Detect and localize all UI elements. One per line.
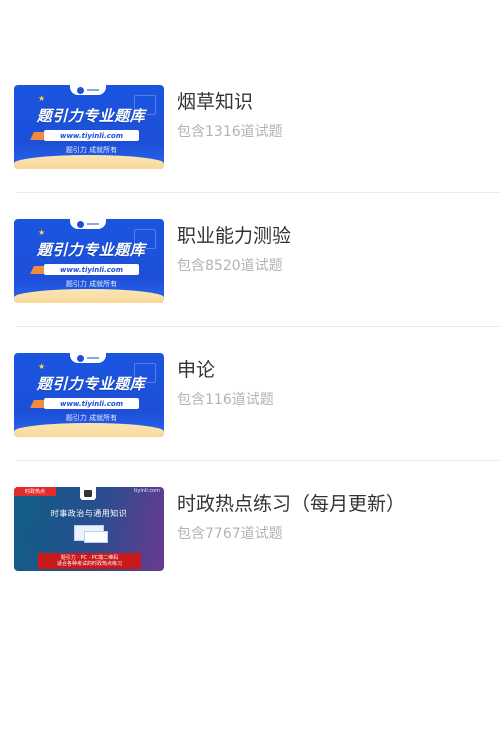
course-thumbnail[interactable]: ★ 题引力专业题库 www.tiyinli.com 题引力 成就所有 xyxy=(14,85,164,169)
course-thumbnail[interactable]: ★ 题引力专业题库 www.tiyinli.com 题引力 成就所有 xyxy=(14,219,164,303)
banner-footer-wave xyxy=(14,289,164,303)
banner-footer-wave xyxy=(14,423,164,437)
divider xyxy=(16,326,500,327)
banner-headline: 题引力专业题库 xyxy=(36,241,146,259)
item-title[interactable]: 烟草知识 xyxy=(177,87,253,114)
banner-site: tiyinli.com xyxy=(134,488,160,494)
list-item[interactable]: 时政热点 tiyinli.com 时事政治与通用知识 题引力 · PC · PC… xyxy=(0,468,500,602)
divider xyxy=(16,460,500,461)
banner-url: www.tiyinli.com xyxy=(44,398,139,409)
banner-headline: 题引力专业题库 xyxy=(36,375,146,393)
banner-heading: 时事政治与通用知识 xyxy=(50,509,128,518)
item-title[interactable]: 时政热点练习（每月更新） xyxy=(177,489,405,516)
divider xyxy=(16,192,500,193)
item-title[interactable]: 职业能力测验 xyxy=(177,221,291,248)
banner-slogan: 题引力 成就所有 xyxy=(65,414,118,422)
item-question-count: 包含7767道试题 xyxy=(177,526,283,542)
star-icon: ★ xyxy=(38,94,46,103)
screen-illustration xyxy=(84,531,108,543)
item-question-count: 包含8520道试题 xyxy=(177,258,283,274)
list-item[interactable]: ★ 题引力专业题库 www.tiyinli.com 题引力 成就所有 申论 包含… xyxy=(0,334,500,468)
course-thumbnail[interactable]: 时政热点 tiyinli.com 时事政治与通用知识 题引力 · PC · PC… xyxy=(14,487,164,571)
course-thumbnail[interactable]: ★ 题引力专业题库 www.tiyinli.com 题引力 成就所有 xyxy=(14,353,164,437)
banner-headline: 题引力专业题库 xyxy=(36,107,146,125)
star-icon: ★ xyxy=(38,228,46,237)
hot-topic-tag: 时政热点 xyxy=(14,487,56,496)
banner-url: www.tiyinli.com xyxy=(44,130,139,141)
banner-footer-wave xyxy=(14,155,164,169)
brand-logo xyxy=(70,353,106,363)
banner-slogan: 题引力 成就所有 xyxy=(65,146,118,154)
banner-info-box: 题引力 · PC · PC端二维码 适合各种考试的时政热点练习 xyxy=(38,553,141,569)
list-item[interactable]: ★ 题引力专业题库 www.tiyinli.com 题引力 成就所有 烟草知识 … xyxy=(0,66,500,200)
item-question-count: 包含1316道试题 xyxy=(177,124,283,140)
question-bank-list: ★ 题引力专业题库 www.tiyinli.com 题引力 成就所有 烟草知识 … xyxy=(0,66,500,602)
qr-code-icon xyxy=(80,487,96,500)
banner-url: www.tiyinli.com xyxy=(44,264,139,275)
item-question-count: 包含116道试题 xyxy=(177,392,274,408)
brand-logo xyxy=(70,219,106,229)
brand-logo xyxy=(70,85,106,95)
banner-slogan: 题引力 成就所有 xyxy=(65,280,118,288)
list-item[interactable]: ★ 题引力专业题库 www.tiyinli.com 题引力 成就所有 职业能力测… xyxy=(0,200,500,334)
star-icon: ★ xyxy=(38,362,46,371)
item-title[interactable]: 申论 xyxy=(177,355,215,382)
